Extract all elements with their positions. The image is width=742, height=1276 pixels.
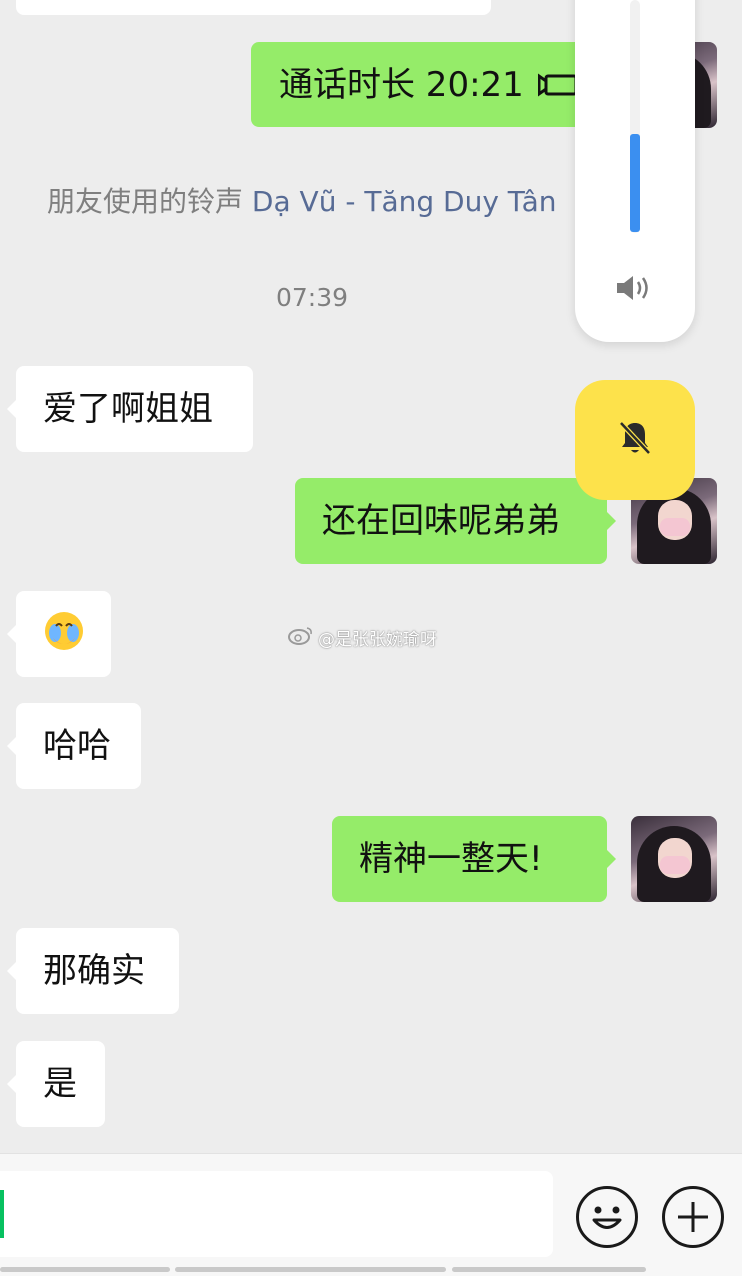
bell-muted-icon bbox=[617, 419, 653, 461]
watermark-text: @是张张婉瑜呀 bbox=[318, 630, 437, 650]
message-text: 精神一整天! bbox=[359, 839, 543, 879]
message-text: 那确实 bbox=[43, 951, 145, 991]
text-cursor bbox=[0, 1190, 4, 1238]
message-text: 爱了啊姐姐 bbox=[43, 389, 213, 429]
more-actions-button[interactable] bbox=[662, 1186, 724, 1248]
call-duration-text: 通话时长 20:21 bbox=[279, 64, 524, 105]
message-bubble-incoming[interactable]: 是 bbox=[7, 1041, 105, 1127]
ringtone-notice: 朋友使用的铃声 Dạ Vũ - Tăng Duy Tân bbox=[47, 180, 557, 220]
emoji-button[interactable] bbox=[576, 1186, 638, 1248]
message-text: 哈哈 bbox=[43, 726, 111, 766]
volume-slider-fill[interactable] bbox=[630, 134, 640, 232]
video-call-icon bbox=[537, 72, 578, 98]
message-bubble-outgoing[interactable]: 精神一整天! bbox=[332, 816, 616, 902]
previous-message-bubble[interactable] bbox=[16, 0, 491, 15]
message-text: 还在回味呢弟弟 bbox=[322, 501, 560, 541]
volume-panel bbox=[575, 0, 695, 342]
timestamp: 07:39 bbox=[276, 283, 349, 312]
face-with-hand-over-mouth-crying-emoji bbox=[43, 610, 85, 658]
message-bubble-incoming[interactable]: 哈哈 bbox=[7, 703, 141, 789]
ringtone-song-link[interactable]: Dạ Vũ - Tăng Duy Tân bbox=[252, 185, 557, 218]
emoji-icon bbox=[579, 1206, 635, 1249]
message-bubble-incoming[interactable] bbox=[7, 591, 111, 677]
weibo-logo-icon bbox=[288, 625, 314, 650]
message-bubble-incoming[interactable]: 爱了啊姐姐 bbox=[7, 366, 253, 452]
message-input[interactable] bbox=[0, 1171, 553, 1257]
nav-indicator bbox=[0, 1267, 170, 1272]
nav-indicator bbox=[175, 1267, 446, 1272]
mute-toggle-button[interactable] bbox=[575, 380, 695, 500]
speaker-icon[interactable] bbox=[615, 272, 655, 308]
plus-icon bbox=[665, 1202, 721, 1249]
call-record-bubble[interactable]: 通话时长 20:21 bbox=[251, 42, 616, 127]
nav-indicator bbox=[452, 1267, 646, 1272]
message-bubble-outgoing[interactable]: 还在回味呢弟弟 bbox=[295, 478, 616, 564]
message-text: 是 bbox=[43, 1064, 77, 1104]
message-bubble-incoming[interactable]: 那确实 bbox=[7, 928, 179, 1014]
watermark: @是张张婉瑜呀 bbox=[288, 625, 437, 650]
my-avatar[interactable] bbox=[631, 816, 717, 902]
ringtone-prefix: 朋友使用的铃声 bbox=[47, 185, 244, 218]
